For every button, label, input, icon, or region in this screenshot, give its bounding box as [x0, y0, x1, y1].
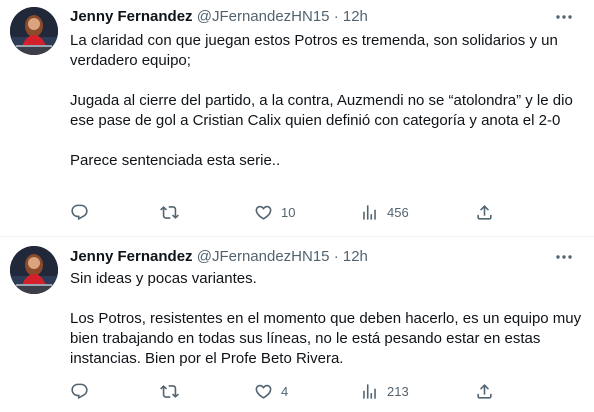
like-count: 10	[281, 204, 296, 220]
heart-icon	[255, 384, 272, 399]
avatar[interactable]	[10, 246, 58, 294]
tweet-paragraph: La claridad con que juegan estos Potros …	[70, 32, 558, 69]
author-name[interactable]: Jenny Fernandez	[70, 8, 193, 25]
tweet[interactable]: Jenny Fernandez @JFernandezHN15 · 12h Si…	[0, 237, 594, 412]
reply-bubble-icon	[71, 204, 88, 220]
tweet-header: Jenny Fernandez @JFernandezHN15 · 12h	[70, 247, 584, 267]
views-count: 456	[387, 204, 409, 220]
avatar-photo-icon	[10, 7, 58, 55]
like-count: 4	[281, 383, 289, 399]
heart-icon	[255, 205, 272, 220]
retweet-button[interactable]	[160, 380, 187, 402]
tweet-header: Jenny Fernandez @JFernandezHN15 · 12h	[70, 7, 584, 27]
reply-button[interactable]	[70, 380, 97, 402]
more-dots-icon[interactable]	[554, 7, 574, 27]
tweet-time[interactable]: 12h	[343, 8, 368, 25]
tweet-paragraph: Los Potros, resistentes en el momento qu…	[70, 310, 582, 367]
views-count: 213	[387, 383, 409, 399]
tweet-time[interactable]: 12h	[343, 248, 368, 265]
more-dots-icon[interactable]	[554, 247, 574, 267]
avatar-photo-icon	[10, 246, 58, 294]
tweet-actions: 4 213	[70, 380, 500, 402]
like-button[interactable]: 4	[254, 380, 288, 402]
retweet-icon	[160, 384, 179, 398]
reply-bubble-icon	[71, 383, 88, 399]
author-handle[interactable]: @JFernandezHN15	[197, 248, 330, 265]
share-upload-icon	[477, 383, 492, 399]
views-button[interactable]: 213	[360, 380, 409, 402]
bar-chart-icon	[363, 204, 376, 220]
tweet-paragraph: Jugada al cierre del partido, a la contr…	[70, 92, 573, 129]
meta-separator: ·	[333, 8, 339, 25]
tweet-text: La claridad con que juegan estos Potros …	[70, 31, 582, 171]
tweet-feed: Jenny Fernandez @JFernandezHN15 · 12h La…	[0, 0, 594, 412]
author-name[interactable]: Jenny Fernandez	[70, 248, 193, 265]
bar-chart-icon	[363, 383, 376, 399]
author-handle[interactable]: @JFernandezHN15	[197, 8, 330, 25]
avatar[interactable]	[10, 7, 58, 55]
retweet-button[interactable]	[160, 201, 187, 223]
tweet[interactable]: Jenny Fernandez @JFernandezHN15 · 12h La…	[0, 0, 594, 237]
tweet-paragraph: Parece sentenciada esta serie..	[70, 152, 281, 169]
tweet-actions: 10 456	[70, 201, 500, 223]
meta-separator: ·	[333, 248, 339, 265]
share-button[interactable]	[475, 380, 494, 402]
reply-button[interactable]	[70, 201, 97, 223]
tweet-text: Sin ideas y pocas variantes. Los Potros,…	[70, 269, 582, 369]
like-button[interactable]: 10	[254, 201, 295, 223]
share-upload-icon	[477, 204, 492, 220]
retweet-icon	[160, 205, 179, 219]
views-button[interactable]: 456	[360, 201, 409, 223]
tweet-paragraph: Sin ideas y pocas variantes.	[70, 270, 257, 287]
share-button[interactable]	[475, 201, 494, 223]
